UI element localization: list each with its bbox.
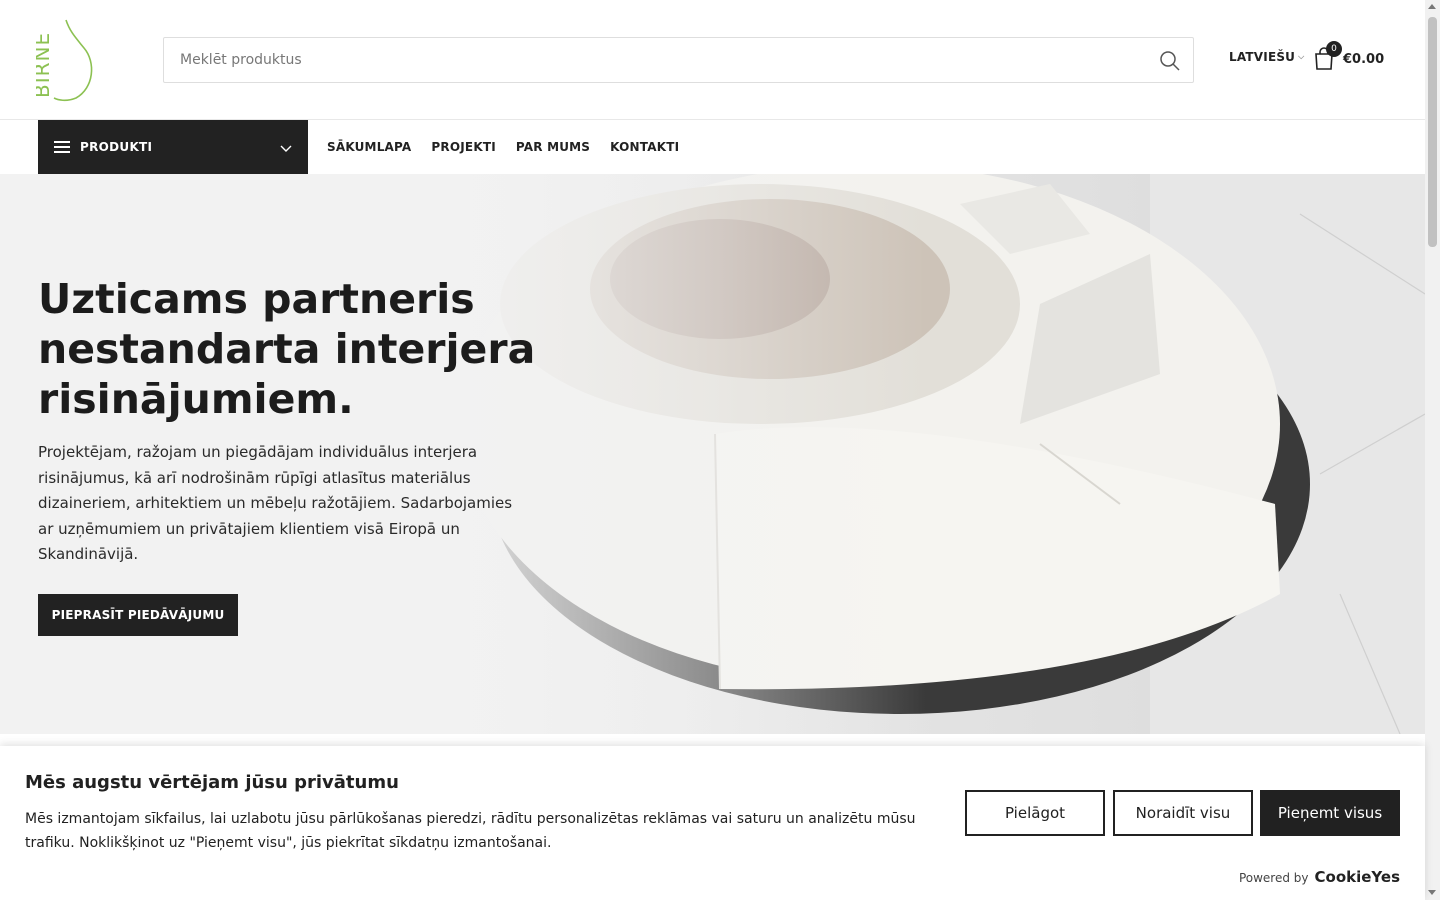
powered-by[interactable]: Powered by CookieYes xyxy=(1239,868,1400,886)
cookie-text: Mēs izmantojam sīkfailus, lai uzlabotu j… xyxy=(25,811,916,851)
language-label: LATVIEŠU xyxy=(1229,50,1296,64)
hero-title: Uzticams partneris nestandarta interjera… xyxy=(38,275,536,423)
cart-count-badge: 0 xyxy=(1326,41,1342,57)
cart-total: €0.00 xyxy=(1343,51,1385,67)
nav-link-projects[interactable]: PROJEKTI xyxy=(431,140,495,154)
cookie-accept-all-button[interactable]: Pieņemt visus xyxy=(1260,790,1400,836)
menu-items: SĀKUMLAPA PROJEKTI PAR MUMS KONTAKTI xyxy=(327,120,679,174)
main-navigation: PRODUKTI SĀKUMLAPA PROJEKTI PAR MUMS KON… xyxy=(0,120,1425,174)
hero-banner: Uzticams partneris nestandarta interjera… xyxy=(0,174,1425,734)
search-icon[interactable] xyxy=(1159,50,1181,72)
cookie-customize-button[interactable]: Pielāgot xyxy=(965,790,1105,836)
cookieyes-logo: CookieYes xyxy=(1314,868,1401,886)
cookie-reject-all-button[interactable]: Noraidīt visu xyxy=(1113,790,1253,836)
cart-button[interactable]: 0 €0.00 xyxy=(1313,41,1385,71)
scroll-up-icon[interactable] xyxy=(1428,4,1436,9)
chevron-down-icon: ⌵ xyxy=(1298,52,1305,61)
search-bar xyxy=(163,37,1194,83)
site-header: BIRNE LATVIEŠU ⌵ 0 €0.00 xyxy=(0,0,1425,120)
scroll-down-icon[interactable] xyxy=(1428,890,1436,895)
birne-logo[interactable]: BIRNE xyxy=(30,18,96,102)
chevron-down-icon xyxy=(280,139,292,152)
nav-link-home[interactable]: SĀKUMLAPA xyxy=(327,140,411,154)
search-input[interactable] xyxy=(164,38,1124,82)
categories-label: PRODUKTI xyxy=(80,140,153,154)
cookie-consent-banner: Mēs augstu vērtējam jūsu privātumu Mēs i… xyxy=(0,746,1425,900)
shopping-bag-icon: 0 xyxy=(1313,41,1342,71)
powered-by-label: Powered by xyxy=(1238,871,1309,885)
nav-link-contacts[interactable]: KONTAKTI xyxy=(610,140,679,154)
logo-text: BIRNE xyxy=(36,32,54,98)
request-quote-button[interactable]: PIEPRASĪT PIEDĀVĀJUMU xyxy=(38,594,238,636)
page-scrollbar[interactable] xyxy=(1425,0,1440,900)
categories-menu-button[interactable]: PRODUKTI xyxy=(38,120,308,174)
language-switcher[interactable]: LATVIEŠU ⌵ xyxy=(1229,50,1304,64)
cookie-title: Mēs augstu vērtējam jūsu privātumu xyxy=(25,772,399,793)
hero-description: Projektējam, ražojam un piegādājam indiv… xyxy=(38,443,513,563)
scrollbar-thumb[interactable] xyxy=(1428,17,1437,247)
hamburger-icon xyxy=(54,141,70,153)
nav-link-about[interactable]: PAR MUMS xyxy=(516,140,590,154)
